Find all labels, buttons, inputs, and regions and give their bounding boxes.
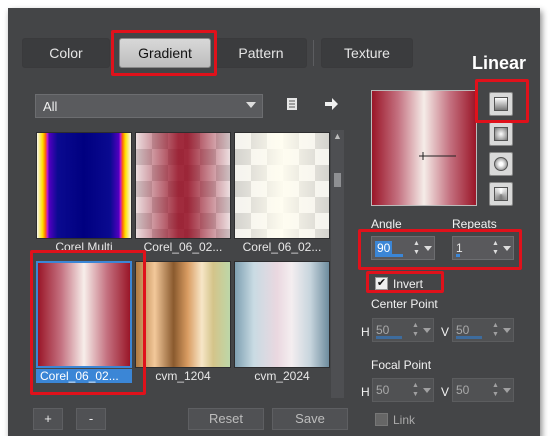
tab-gradient-label: Gradient xyxy=(138,45,192,61)
gradient-filter-select[interactable]: All xyxy=(35,94,263,118)
thumb-label: Corel_06_02... xyxy=(242,240,322,254)
tab-pattern-label: Pattern xyxy=(238,45,284,61)
up-down-icon[interactable]: ▲ ▼ xyxy=(492,381,500,399)
tab-texture-label: Texture xyxy=(344,45,390,61)
center-h-spinner[interactable]: 50 ▲ ▼ xyxy=(372,318,434,342)
gradient-swatch xyxy=(234,132,330,239)
up-down-icon[interactable]: ▲ ▼ xyxy=(413,239,421,257)
tab-texture[interactable]: Texture xyxy=(321,38,413,68)
scroll-up-icon[interactable]: ▲ xyxy=(333,132,342,141)
center-v-spinner[interactable]: 50 ▲ ▼ xyxy=(452,318,514,342)
up-down-icon[interactable]: ▲ ▼ xyxy=(412,381,420,399)
sunburst-style-button[interactable] xyxy=(489,152,513,176)
center-h-label: H xyxy=(361,325,370,339)
focal-h-spinner[interactable]: 50 ▲ ▼ xyxy=(372,378,434,402)
gradient-swatch xyxy=(234,261,330,368)
center-h-level-bar xyxy=(376,336,402,339)
focal-h-value[interactable]: 50 xyxy=(376,383,389,397)
gradient-style-heading: Linear xyxy=(472,53,527,73)
gradient-thumb-corel-06-selected[interactable]: Corel_06_02... xyxy=(36,261,132,383)
filter-selected-value: All xyxy=(43,98,58,114)
tab-pattern[interactable]: Pattern xyxy=(215,38,307,68)
chevron-down-icon[interactable] xyxy=(503,246,511,251)
chevron-down-icon[interactable] xyxy=(423,388,431,393)
gradient-swatch xyxy=(135,261,231,368)
angle-level-bar xyxy=(375,254,403,257)
tab-divider xyxy=(313,40,314,66)
sunburst-gradient-icon xyxy=(494,157,508,171)
gradient-swatch xyxy=(36,132,132,239)
repeats-level-bar xyxy=(456,254,460,257)
thumb-label: Corel_06_02... xyxy=(36,369,132,383)
center-h-value[interactable]: 50 xyxy=(376,323,389,337)
gradient-preview[interactable] xyxy=(371,90,477,206)
angle-value[interactable]: 90 xyxy=(375,241,393,255)
torn-edge xyxy=(0,436,552,447)
thumb-label: cvm_2024 xyxy=(254,369,310,383)
focal-v-spinner[interactable]: 50 ▲ ▼ xyxy=(452,378,514,402)
reset-button[interactable]: Reset xyxy=(188,408,264,430)
gradient-thumb-cvm-1204[interactable]: cvm_1204 xyxy=(135,261,231,383)
thumb-label: cvm_1204 xyxy=(155,369,211,383)
gradient-thumb-corel-06-b[interactable]: Corel_06_02... xyxy=(234,132,330,254)
link-checkbox[interactable] xyxy=(375,413,388,426)
repeats-value[interactable]: 1 xyxy=(456,241,463,255)
linear-gradient-icon xyxy=(494,97,508,111)
up-down-icon[interactable]: ▲ ▼ xyxy=(492,239,500,257)
center-point-label: Center Point xyxy=(371,297,438,311)
up-down-icon[interactable]: ▲ ▼ xyxy=(492,321,500,339)
radial-style-button[interactable] xyxy=(489,182,513,206)
center-v-level-bar xyxy=(456,336,482,339)
link-label: Link xyxy=(393,413,416,427)
thumbnail-scrollbar[interactable]: ▲ xyxy=(331,130,344,398)
chevron-down-icon[interactable] xyxy=(503,328,511,333)
angle-spinner[interactable]: 90 ▲ ▼ xyxy=(371,236,435,260)
radial-gradient-icon xyxy=(494,187,508,201)
repeats-spinner[interactable]: 1 ▲ ▼ xyxy=(452,236,514,260)
chevron-down-icon[interactable] xyxy=(503,388,511,393)
gradient-thumb-cvm-2024[interactable]: cvm_2024 xyxy=(234,261,330,383)
center-v-label: V xyxy=(441,325,450,339)
rectangular-style-button[interactable] xyxy=(489,122,513,146)
document-icon[interactable] xyxy=(283,97,301,115)
thumb-label: Corel_06_02... xyxy=(143,240,223,254)
linear-style-button[interactable] xyxy=(489,92,513,116)
repeats-label: Repeats xyxy=(452,217,497,231)
thumb-label: Corel Multi xyxy=(55,240,113,254)
add-gradient-button[interactable]: + xyxy=(33,408,63,430)
focal-v-label: V xyxy=(441,385,450,399)
remove-gradient-button[interactable]: - xyxy=(76,408,106,430)
invert-checkbox[interactable]: ✔ xyxy=(375,277,388,290)
tab-color[interactable]: Color xyxy=(22,38,110,68)
tab-color-label: Color xyxy=(49,45,83,61)
focal-h-label: H xyxy=(361,385,370,399)
chevron-down-icon[interactable] xyxy=(424,246,432,251)
gradient-thumb-corel-multi[interactable]: Corel Multi xyxy=(36,132,132,254)
material-properties-panel: Color Gradient Pattern Texture Linear Al… xyxy=(8,8,540,438)
chevron-down-icon xyxy=(246,102,256,108)
gradient-swatch xyxy=(36,261,132,368)
tab-gradient[interactable]: Gradient xyxy=(119,38,211,68)
invert-label: Invert xyxy=(393,277,424,291)
gradient-swatch xyxy=(135,132,231,239)
save-button[interactable]: Save xyxy=(272,408,348,430)
gradient-handle-icon[interactable] xyxy=(418,151,458,161)
chevron-down-icon[interactable] xyxy=(423,328,431,333)
focal-v-value[interactable]: 50 xyxy=(456,383,469,397)
center-v-value[interactable]: 50 xyxy=(456,323,469,337)
focal-point-label: Focal Point xyxy=(371,358,432,372)
gradient-thumb-corel-06-a[interactable]: Corel_06_02... xyxy=(135,132,231,254)
arrow-right-icon[interactable] xyxy=(322,97,340,115)
up-down-icon[interactable]: ▲ ▼ xyxy=(412,321,420,339)
rectangular-gradient-icon xyxy=(494,127,508,141)
scrollbar-thumb[interactable] xyxy=(334,173,341,187)
angle-label: Angle xyxy=(371,217,402,231)
